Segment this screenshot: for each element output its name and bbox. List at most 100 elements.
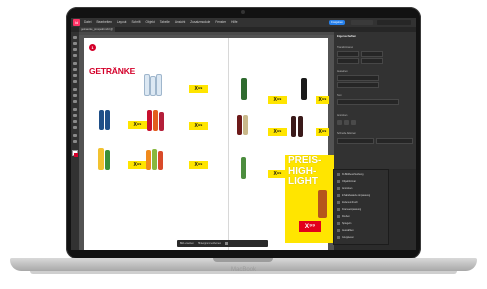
promo-price: X⁹⁹ [299, 221, 321, 232]
context-menu: KI-Bildbeschreibung Objektformat Anordne… [333, 169, 389, 245]
quick-action-button[interactable] [337, 138, 374, 144]
context-menu-item[interactable]: Drehen [337, 215, 350, 218]
menu-item-icon [337, 180, 340, 183]
product-image [237, 115, 242, 135]
zoom-tool-icon[interactable] [73, 140, 77, 143]
width-field[interactable] [337, 58, 359, 64]
price-tag: X⁹⁹ [128, 161, 147, 169]
context-menu-item[interactable]: Anordnen [337, 187, 352, 190]
context-menu-item[interactable]: Spiegeln [337, 222, 351, 225]
menu-item-icon [337, 194, 340, 197]
promo-headline: PREIS- HIGH- LIGHT [288, 155, 322, 187]
menu-item[interactable]: Fenster [215, 20, 226, 24]
product-image [147, 110, 152, 131]
frame-tool-icon[interactable] [73, 88, 77, 91]
scissors-tool-icon[interactable] [73, 100, 77, 103]
menu-item-icon [337, 201, 340, 204]
share-button[interactable]: Freigeben [329, 20, 345, 25]
fill-field[interactable] [337, 75, 379, 81]
page-marker: 1 [89, 44, 96, 51]
menu-item-icon [337, 208, 340, 211]
product-image [158, 151, 163, 170]
contextual-task-bar: Bild ersetzen Hintergrund entfernen [177, 240, 268, 247]
menu-bar: Id Datei Bearbeiten Layout Schrift Objek… [71, 18, 416, 27]
eyedropper-tool-icon[interactable] [73, 126, 77, 129]
context-menu-item[interactable]: KI-Bildbeschreibung [337, 173, 363, 176]
gap-tool-icon[interactable] [73, 54, 77, 57]
price-tag: X⁹⁹ [268, 128, 287, 136]
direct-selection-tool-icon[interactable] [73, 42, 77, 45]
menu-item-icon [337, 229, 340, 232]
menu-item[interactable]: Schrift [131, 20, 140, 24]
pencil-tool-icon[interactable] [73, 80, 77, 83]
rectangle-tool-icon[interactable] [73, 94, 77, 97]
page-tool-icon[interactable] [73, 48, 77, 51]
hand-tool-icon[interactable] [73, 134, 77, 137]
panel-section-label: Text [337, 94, 342, 97]
replace-image-button[interactable]: Bild ersetzen [180, 242, 194, 245]
price-tag: X⁹⁹ [316, 128, 329, 136]
laptop-notch [213, 258, 273, 262]
menu-item[interactable]: Ansicht [175, 20, 185, 24]
menu-item[interactable]: Objekt [146, 20, 155, 24]
height-field[interactable] [361, 58, 383, 64]
menu-item[interactable]: Hilfe [231, 20, 237, 24]
context-menu-item[interactable]: Frameeinpassung [337, 208, 361, 211]
menu-item[interactable]: Tabelle [160, 20, 170, 24]
price-tag: X⁹⁹ [189, 122, 208, 130]
properties-panel: Eigenschaften Transformieren Aussehen Te… [334, 32, 416, 169]
gradient-tool-icon[interactable] [73, 114, 77, 117]
selection-tool-icon[interactable] [73, 36, 77, 39]
remove-background-button[interactable]: Hintergrund entfernen [198, 242, 221, 245]
context-menu-item[interactable]: Auswählen [337, 229, 354, 232]
stroke-swatch-icon[interactable] [74, 153, 78, 157]
context-menu-item[interactable]: Zeilenumbruch [337, 201, 358, 204]
product-image [159, 112, 164, 131]
price-tag: X⁹⁹ [128, 121, 147, 129]
workspace-switcher[interactable] [351, 20, 373, 25]
line-tool-icon[interactable] [73, 68, 77, 71]
product-image [243, 115, 248, 135]
price-tag: X⁹⁹ [189, 85, 208, 93]
x-field[interactable] [337, 51, 359, 57]
context-menu-item[interactable]: Objektformat [337, 180, 356, 183]
menu-item-icon [337, 187, 340, 190]
menu-item[interactable]: Layout [117, 20, 127, 24]
type-tool-icon[interactable] [73, 62, 77, 65]
laptop-brand-label: MacBook [230, 267, 256, 273]
stroke-field[interactable] [337, 82, 379, 88]
panel-title: Eigenschaften [337, 34, 357, 38]
product-image [318, 190, 327, 218]
context-menu-item[interactable]: Inhaltsbasierte Anpassung [337, 194, 370, 197]
menu-item[interactable]: Zusatzmodule [190, 20, 210, 24]
product-image [105, 150, 110, 170]
app-logo: Id [73, 19, 80, 26]
align-right-icon[interactable] [351, 120, 356, 125]
product-image [99, 110, 104, 130]
y-field[interactable] [361, 51, 383, 57]
menu-item-icon [337, 222, 340, 225]
context-menu-item[interactable]: Gruppieren [337, 236, 354, 239]
product-image [98, 148, 104, 170]
panel-section-label: Transformieren [337, 46, 354, 49]
align-center-icon[interactable] [344, 120, 349, 125]
font-field[interactable] [337, 99, 399, 105]
product-image [152, 149, 157, 170]
transform-tool-icon[interactable] [73, 108, 77, 111]
align-left-icon[interactable] [337, 120, 342, 125]
menu-item[interactable]: Datei [84, 20, 91, 24]
more-options-icon[interactable] [225, 242, 229, 245]
spread-gutter [228, 38, 229, 250]
product-image [241, 78, 247, 100]
quick-action-button[interactable] [376, 138, 413, 144]
menu-item[interactable]: Bearbeiten [96, 20, 111, 24]
product-image [241, 157, 246, 179]
product-image [291, 116, 296, 137]
camera [241, 10, 245, 14]
search-input[interactable] [377, 20, 411, 25]
note-tool-icon[interactable] [73, 120, 77, 123]
pen-tool-icon[interactable] [73, 74, 77, 77]
panel-section-label: Aussehen [337, 70, 348, 73]
panel-section-label: Anordnen [337, 114, 348, 117]
menu-item-icon [337, 173, 340, 176]
